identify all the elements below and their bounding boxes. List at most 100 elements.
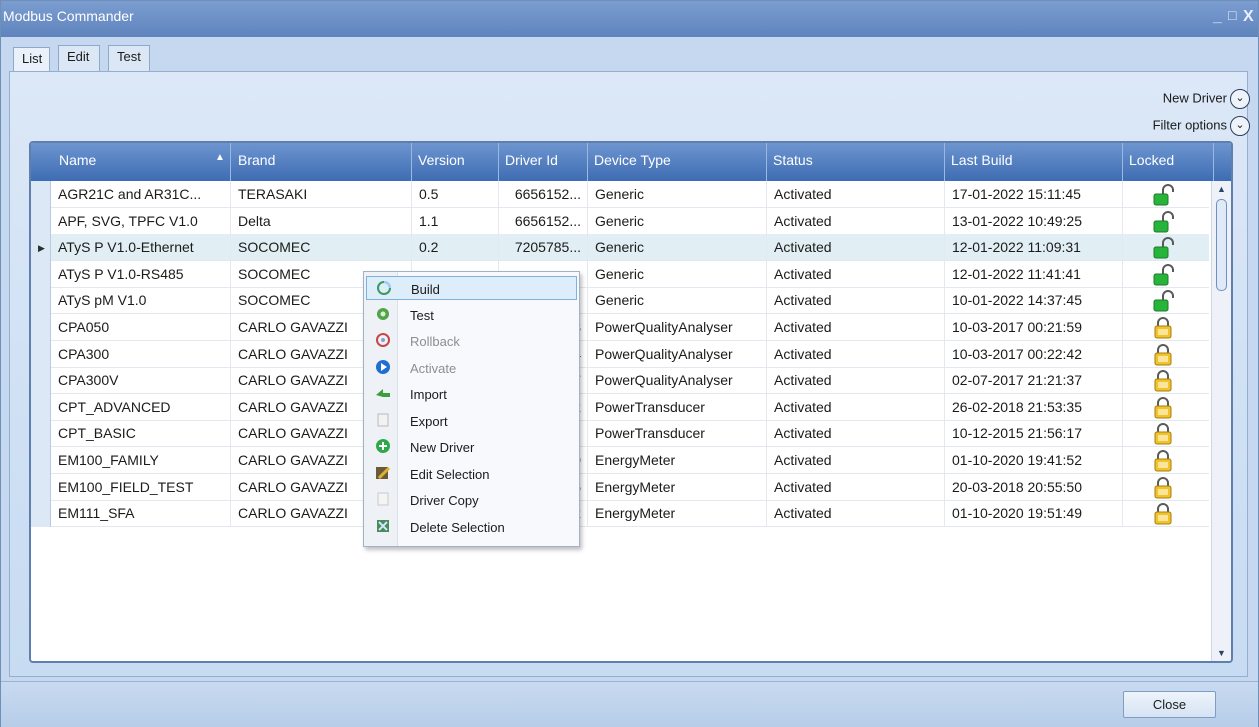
column-header-locked[interactable]: Locked (1129, 152, 1174, 168)
row-indicator[interactable] (31, 500, 51, 528)
modbus-commander-window: Modbus Commander _ □ X List Edit Test Ne… (0, 0, 1259, 727)
cell-version: 0.2 (412, 234, 499, 262)
cell-device-type: PowerQualityAnalyser (588, 367, 767, 395)
new-driver-option-label: New Driver (1162, 90, 1227, 106)
context-menu-item-test[interactable]: Test (366, 303, 577, 327)
column-header-driver-id[interactable]: Driver Id (505, 152, 558, 168)
cell-status: Activated (767, 367, 945, 395)
table-row[interactable]: ▶ ATyS P V1.0-Ethernet SOCOMEC 0.2 7205785..… (31, 234, 1209, 262)
context-menu-item-import[interactable]: Import (366, 382, 577, 406)
column-header-last-build[interactable]: Last Build (951, 152, 1012, 168)
row-indicator[interactable] (31, 393, 51, 421)
test-icon (375, 306, 391, 322)
sort-ascending-icon: ▲ (215, 152, 225, 163)
cell-device-type: PowerTransducer (588, 420, 767, 448)
cell-name: EM100_FIELD_TEST (51, 473, 231, 501)
table-row[interactable]: CPA300VCARLO GAVAZZI7PowerQualityAnalyse… (31, 367, 1209, 395)
cell-version: 1.1 (412, 207, 499, 235)
locked-padlock-icon (1153, 450, 1175, 472)
close-button[interactable]: Close (1123, 691, 1216, 718)
cell-name: CPA050 (51, 314, 231, 341)
current-row-arrow-icon: ▶ (38, 243, 45, 254)
minimize-button[interactable]: _ (1213, 8, 1222, 26)
cell-name: APF, SVG, TPFC V1.0 (51, 207, 231, 235)
row-indicator[interactable] (31, 340, 51, 368)
filter-options-toggle[interactable]: Filter options ⌄ (1153, 116, 1250, 136)
table-row[interactable]: EM100_FIELD_TESTCARLO GAVAZZI3.396Energy… (31, 473, 1209, 501)
vertical-scrollbar[interactable]: ▲ ▼ (1211, 181, 1231, 661)
scroll-up-icon[interactable]: ▲ (1217, 184, 1226, 194)
locked-padlock-icon (1153, 317, 1175, 339)
tab-edit[interactable]: Edit (58, 45, 100, 71)
column-header-device-type[interactable]: Device Type (594, 152, 671, 168)
table-row[interactable]: CPA300CARLO GAVAZZI4PowerQualityAnalyser… (31, 340, 1209, 368)
context-menu-item-build[interactable]: Build (366, 276, 577, 300)
cell-last-build: 01-10-2020 19:51:49 (945, 500, 1123, 528)
table-row[interactable]: EM100_FAMILYCARLO GAVAZZI3.489EnergyMete… (31, 447, 1209, 474)
context-menu-item-driver-copy[interactable]: Driver Copy (366, 488, 577, 512)
cell-last-build: 13-01-2022 10:49:25 (945, 207, 1123, 235)
context-menu-item-edit-selection[interactable]: Edit Selection (366, 462, 577, 486)
context-menu-item-delete-selection[interactable]: Delete Selection (366, 515, 577, 539)
row-indicator[interactable] (31, 314, 51, 341)
driver-copy-icon (375, 491, 391, 507)
column-header-version[interactable]: Version (418, 152, 465, 168)
row-indicator[interactable] (31, 447, 51, 474)
context-menu-item-rollback[interactable]: Rollback (366, 329, 577, 353)
activate-icon (375, 359, 391, 375)
grid-header: Name ▲ Brand Version Driver Id Device Ty… (31, 143, 1231, 181)
cell-brand: Delta (231, 207, 412, 235)
cell-name: CPT_BASIC (51, 420, 231, 448)
context-menu-item-activate[interactable]: Activate (366, 356, 577, 380)
cell-driver-id: 7205785... (499, 234, 588, 262)
table-row[interactable]: ATyS P V1.0-RS485 SOCOMEC Generic Activated… (31, 260, 1209, 288)
cell-status: Activated (767, 340, 945, 368)
row-indicator[interactable] (31, 287, 51, 315)
edit-selection-icon (375, 465, 391, 481)
cell-status: Activated (767, 287, 945, 315)
row-indicator[interactable] (31, 367, 51, 395)
tab-list[interactable]: List (13, 47, 50, 73)
row-indicator[interactable]: ▶ (31, 234, 51, 262)
context-menu-item-new-driver[interactable]: New Driver (366, 435, 577, 459)
cell-name: CPA300 (51, 340, 231, 368)
row-indicator[interactable] (31, 181, 51, 208)
row-indicator[interactable] (31, 473, 51, 501)
cell-last-build: 20-03-2018 20:55:50 (945, 473, 1123, 501)
column-header-status[interactable]: Status (773, 152, 813, 168)
new-driver-option[interactable]: New Driver ⌄ (1163, 89, 1250, 109)
locked-padlock-icon (1153, 503, 1175, 525)
context-menu-item-export[interactable]: Export (366, 409, 577, 433)
tab-test[interactable]: Test (108, 45, 150, 71)
row-indicator[interactable] (31, 260, 51, 288)
table-row[interactable]: CPT_BASIC CARLO GAVAZZI PowerTransducer Act… (31, 420, 1209, 448)
cell-status: Activated (767, 234, 945, 262)
row-indicator[interactable] (31, 207, 51, 235)
table-row[interactable]: CPA050CARLO GAVAZZI3PowerQualityAnalyser… (31, 314, 1209, 341)
cell-driver-id: 6656152... (499, 207, 588, 235)
table-row[interactable]: AGR21C and AR31C... TERASAKI 0.5 6656152...… (31, 181, 1209, 208)
context-menu-item-label: Edit Selection (410, 466, 490, 482)
locked-padlock-icon (1153, 343, 1175, 366)
cell-last-build: 10-03-2017 00:22:42 (945, 340, 1123, 368)
delete-selection-icon (375, 518, 391, 534)
table-row[interactable]: CPT_ADVANCEDCARLO GAVAZZI2PowerTransduce… (31, 393, 1209, 421)
table-row[interactable]: ATyS pM V1.0 SOCOMEC Generic Activated 10-01… (31, 287, 1209, 315)
cell-last-build: 26-02-2018 21:53:35 (945, 393, 1123, 421)
cell-device-type: PowerQualityAnalyser (588, 314, 767, 341)
cell-status: Activated (767, 473, 945, 501)
close-window-button[interactable]: X (1243, 8, 1254, 26)
column-header-brand[interactable]: Brand (238, 152, 275, 168)
maximize-button[interactable]: □ (1228, 7, 1236, 23)
scroll-down-icon[interactable]: ▼ (1217, 648, 1226, 658)
column-header-name[interactable]: Name (59, 152, 96, 168)
context-menu-item-label: Driver Copy (410, 493, 479, 508)
cell-device-type: EnergyMeter (588, 473, 767, 501)
table-row[interactable]: EM111_SFACARLO GAVAZZI3.1172EnergyMeterA… (31, 500, 1209, 528)
cell-name: EM111_SFA (51, 500, 231, 528)
context-menu: Build Test Rollback Activate Import Export New… (363, 271, 580, 547)
table-row[interactable]: APF, SVG, TPFC V1.0 Delta 1.1 6656152... Gen… (31, 207, 1209, 235)
unlocked-padlock-icon (1153, 184, 1175, 206)
scrollbar-thumb[interactable] (1216, 199, 1227, 291)
row-indicator[interactable] (31, 420, 51, 448)
